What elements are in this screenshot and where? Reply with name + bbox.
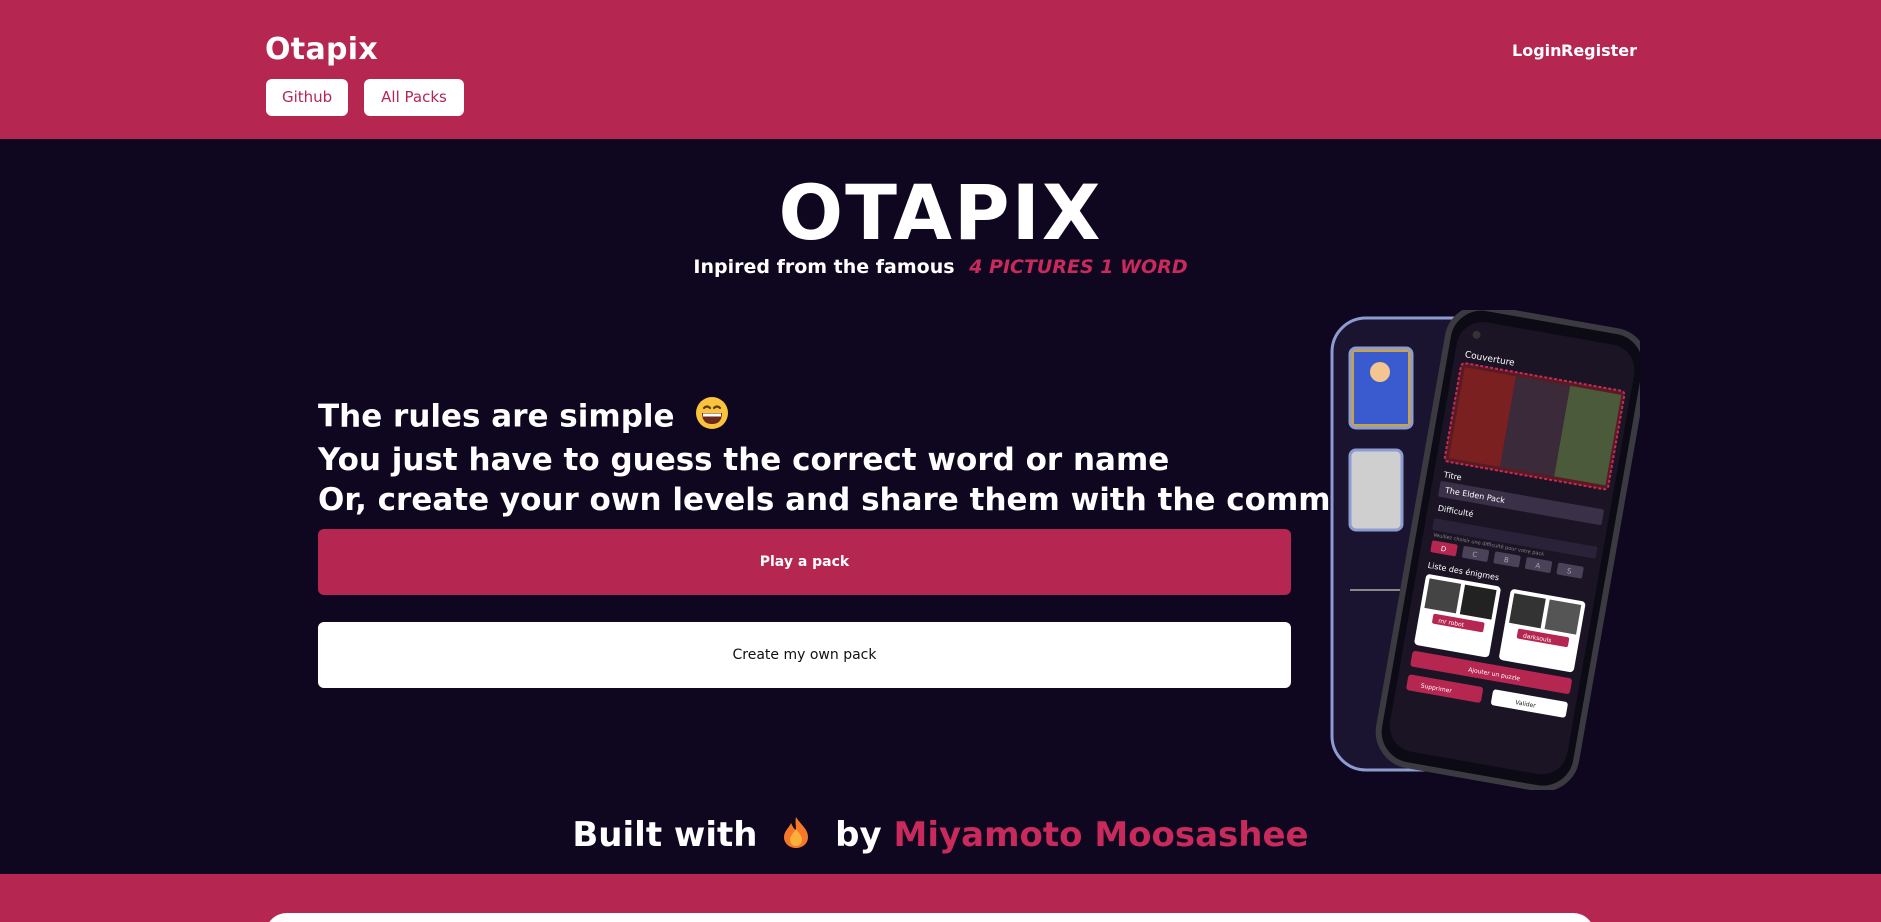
all-packs-button[interactable]: All Packs: [364, 79, 464, 116]
rules-line-3: Or, create your own levels and share the…: [318, 482, 1421, 518]
create-pack-button[interactable]: Create my own pack: [318, 622, 1291, 688]
rules-line-1: The rules are simple: [318, 396, 1298, 440]
rules-line-1-text: The rules are simple: [318, 398, 675, 435]
tagline-prefix: Inpired from the famous: [693, 256, 955, 278]
github-button[interactable]: Github: [266, 79, 348, 116]
author-link[interactable]: Miyamoto Moosashee: [893, 815, 1308, 855]
by-text: by: [835, 815, 882, 855]
rules-line-2: You just have to guess the correct word …: [318, 442, 1170, 478]
register-link[interactable]: Register: [1561, 41, 1637, 60]
play-pack-button[interactable]: Play a pack: [318, 529, 1291, 595]
fire-emoji-icon: [781, 815, 811, 858]
bottom-card: [265, 913, 1595, 922]
tagline-accent: 4 PICTURES 1 WORD: [969, 256, 1188, 278]
login-link[interactable]: Login: [1512, 41, 1562, 60]
top-navbar: Otapix Github All Packs Login Register: [0, 0, 1881, 139]
brand-logo[interactable]: Otapix: [265, 32, 378, 67]
hero-title: OTAPIX: [778, 168, 1103, 257]
footer-credit: Built with by Miyamoto Moosashee: [0, 815, 1881, 858]
app-preview-phones: Couverture Titre The Elden Pack Difficul…: [1320, 304, 1649, 792]
built-with-text: Built with: [572, 815, 758, 855]
hero-tagline: Inpired from the famous 4 PICTURES 1 WOR…: [0, 256, 1881, 278]
rules-section: The rules are simple You just have to gu…: [318, 396, 1421, 520]
grinning-face-emoji-icon: [695, 396, 729, 440]
